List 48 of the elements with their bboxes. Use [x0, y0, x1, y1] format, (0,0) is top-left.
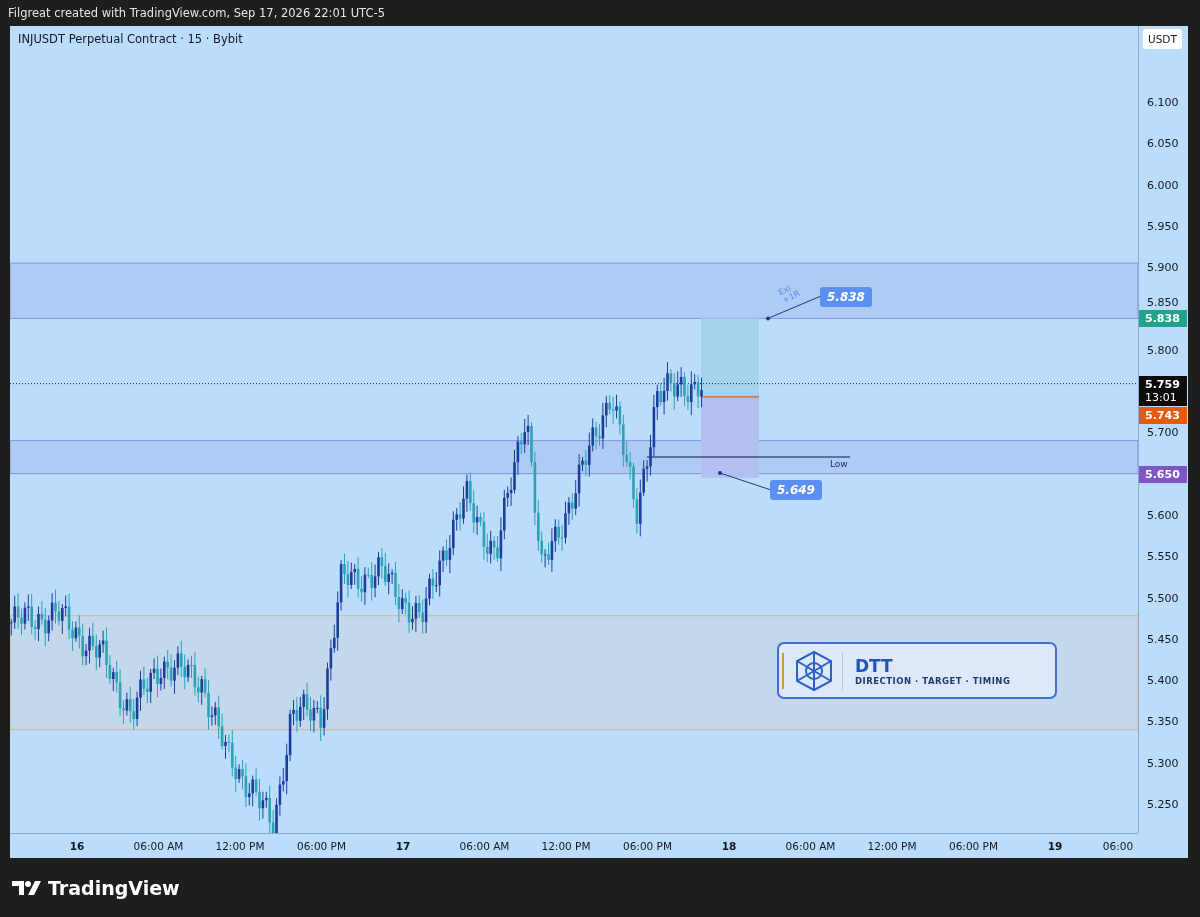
price-tick: 5.600	[1147, 508, 1179, 522]
price-tick: 5.300	[1147, 756, 1179, 770]
price-tick: 5.250	[1147, 797, 1179, 811]
price-tick: 5.550	[1147, 549, 1179, 563]
time-tick: 12:00 PM	[215, 840, 265, 852]
time-tick: 12:00 PM	[867, 840, 917, 852]
time-tick: 06:00 PM	[623, 840, 672, 852]
watermark-caption: Filgreat created with TradingView.com, Sep 17, 2026 22:01 UTC-5	[7, 5, 386, 22]
price-tick: 5.500	[1147, 591, 1179, 605]
time-tick: 06:00 PM	[297, 840, 346, 852]
price-tag: 5.650	[1139, 465, 1187, 483]
price-tick: 5.350	[1147, 714, 1179, 728]
logo-text: TradingView	[48, 876, 180, 899]
time-tick: 06:00 PM	[949, 840, 998, 852]
time-tick: 12:00 PM	[541, 840, 591, 852]
badge-subtitle: DIRECTION · TARGET · TIMING	[855, 675, 1011, 686]
price-tick: 6.000	[1147, 178, 1179, 192]
price-tick: 5.850	[1147, 295, 1179, 309]
time-tick: 06:00 AM	[133, 840, 184, 852]
entry-line	[700, 396, 760, 398]
low-label: Low	[830, 459, 848, 469]
price-tag: 5.838	[1139, 310, 1187, 328]
stop-label: 5.649	[770, 480, 822, 500]
price-tick: 6.100	[1147, 95, 1179, 109]
time-tick: 16	[69, 840, 85, 852]
price-tick: 5.450	[1147, 632, 1179, 646]
time-tick: 06:00 AM	[785, 840, 836, 852]
time-tick: 18	[721, 840, 737, 852]
note-label: Exi +1R	[776, 281, 802, 306]
leader-line	[718, 471, 772, 491]
hexagon-icon	[794, 649, 834, 692]
badge-title: DTT	[855, 655, 894, 676]
price-tick: 5.800	[1147, 343, 1179, 357]
price-tag: 5.743	[1139, 406, 1187, 424]
target-label: 5.838	[820, 287, 872, 307]
price-tag: 5.759 13:01	[1139, 375, 1187, 406]
currency-label[interactable]: USDT	[1143, 29, 1182, 49]
logo-icon	[12, 879, 42, 896]
time-tick: 17	[395, 840, 411, 852]
price-tick: 6.050	[1147, 136, 1179, 150]
time-tick: 06:00	[1102, 840, 1134, 852]
price-tick: 5.700	[1147, 425, 1179, 439]
price-tick: 5.400	[1147, 673, 1179, 687]
time-tick: 19	[1047, 840, 1063, 852]
price-tick: 5.950	[1147, 219, 1179, 233]
chart-title: INJUSDT Perpetual Contract · 15 · Bybit	[18, 32, 243, 46]
price-tick: 5.900	[1147, 260, 1179, 274]
time-tick: 06:00 AM	[459, 840, 510, 852]
